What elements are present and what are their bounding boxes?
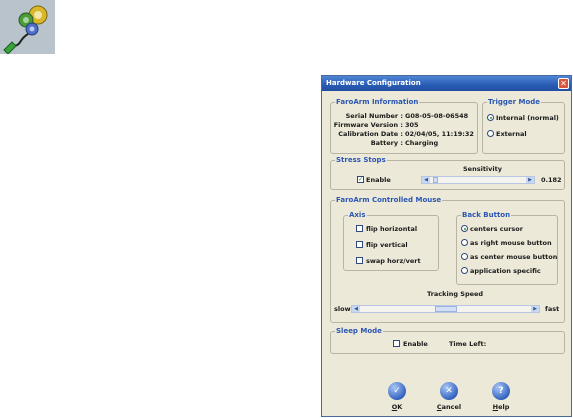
serial-number-value: G08-05-08-06548 [405,112,469,120]
trigger-internal-label[interactable]: Internal (normal) [496,114,559,122]
trigger-internal-radio[interactable] [487,114,494,121]
swap-horz-vert-checkbox[interactable] [356,257,363,264]
firmware-version-label: Firmware Version : [333,121,403,129]
close-button[interactable]: ✕ [558,78,569,89]
slider-right-arrow-icon[interactable]: ▶ [526,177,534,183]
dialog-title: Hardware Configuration [326,79,421,87]
sleep-mode-group: Sleep Mode Enable Time Left: [330,327,565,354]
back-center-mouse-radio[interactable] [461,253,468,260]
stress-stops-title: Stress Stops [335,156,387,164]
sensitivity-slider-thumb[interactable] [433,177,438,183]
back-application-specific-radio[interactable] [461,267,468,274]
gear-blue-icon [25,22,39,36]
cancel-button[interactable]: ✕ [440,382,458,400]
trigger-external-label[interactable]: External [496,130,527,138]
close-icon: ✕ [560,79,567,88]
faroarm-information-group: FaroArm Information Serial Number : G08-… [330,98,478,154]
back-center-mouse-label[interactable]: as center mouse button [470,253,557,261]
flip-horizontal-label[interactable]: flip horizontal [366,225,417,233]
stress-stops-enable-checkbox[interactable]: ✓ [357,176,364,183]
axis-group: Axis flip horizontal flip vertical swap … [343,211,439,271]
back-button-group: Back Button centers cursor as right mous… [456,211,558,285]
axis-title: Axis [348,211,367,219]
tracking-speed-slider-thumb[interactable] [435,306,457,312]
calibration-date-value: 02/04/05, 11:19:32 [405,130,474,138]
tracking-fast-label: fast [545,305,560,313]
flip-horizontal-checkbox[interactable] [356,225,363,232]
stress-stops-enable-label[interactable]: Enable [366,176,391,184]
trigger-mode-group: Trigger Mode Internal (normal) External [482,98,565,154]
serial-number-label: Serial Number : [345,112,403,120]
battery-label: Battery : [370,139,403,147]
help-button[interactable]: ? [492,382,510,400]
controlled-mouse-title: FaroArm Controlled Mouse [335,196,443,204]
ok-label-rest: K [397,403,403,411]
hardware-configuration-dialog: Hardware Configuration ✕ FaroArm Informa… [321,75,572,417]
cancel-label-rest: ancel [441,403,462,411]
faroarm-information-title: FaroArm Information [335,98,420,106]
calibration-date-label: Calibration Date : [338,130,403,138]
sleep-mode-title: Sleep Mode [335,327,383,335]
sensitivity-slider[interactable]: ◀ ▶ [421,176,535,184]
tracking-left-arrow-icon[interactable]: ◀ [352,306,360,312]
sleep-enable-label[interactable]: Enable [403,340,428,348]
tracking-right-arrow-icon[interactable]: ▶ [531,306,539,312]
ok-button[interactable]: ✓ [388,382,406,400]
sensitivity-value: 0.182 [541,176,562,184]
firmware-version-value: 305 [405,121,419,129]
slider-left-arrow-icon[interactable]: ◀ [422,177,430,183]
app-icon[interactable] [0,0,55,55]
battery-value: Charging [405,139,439,147]
trigger-mode-title: Trigger Mode [487,98,542,106]
time-left-label: Time Left: [449,340,487,348]
help-button-label[interactable]: Help [486,403,516,411]
sleep-enable-checkbox[interactable] [393,340,400,347]
cancel-icon: ✕ [445,386,453,396]
ok-button-label[interactable]: OK [382,403,412,411]
swap-horz-vert-label[interactable]: swap horz/vert [366,257,421,265]
sensitivity-label: Sensitivity [463,165,502,173]
help-label-rest: elp [498,403,510,411]
tracking-slow-label: slow [334,305,351,313]
cancel-button-label[interactable]: Cancel [434,403,464,411]
help-icon: ? [498,386,504,396]
trigger-external-radio[interactable] [487,130,494,137]
check-icon: ✓ [393,386,401,396]
back-centers-cursor-label[interactable]: centers cursor [470,225,523,233]
back-right-mouse-label[interactable]: as right mouse button [470,239,552,247]
flip-vertical-checkbox[interactable] [356,241,363,248]
back-centers-cursor-radio[interactable] [461,225,468,232]
controlled-mouse-group: FaroArm Controlled Mouse Axis flip horiz… [330,196,565,323]
back-button-title: Back Button [461,211,512,219]
flip-vertical-label[interactable]: flip vertical [366,241,408,249]
checkmark-icon: ✓ [358,176,364,183]
tracking-speed-label: Tracking Speed [427,290,484,298]
back-right-mouse-radio[interactable] [461,239,468,246]
tracking-speed-slider[interactable]: ◀ ▶ [351,305,540,313]
title-bar[interactable]: Hardware Configuration ✕ [322,76,571,91]
stress-stops-group: Stress Stops Sensitivity ✓ Enable ◀ ▶ 0.… [330,156,565,190]
back-application-specific-label[interactable]: application specific [470,267,541,275]
